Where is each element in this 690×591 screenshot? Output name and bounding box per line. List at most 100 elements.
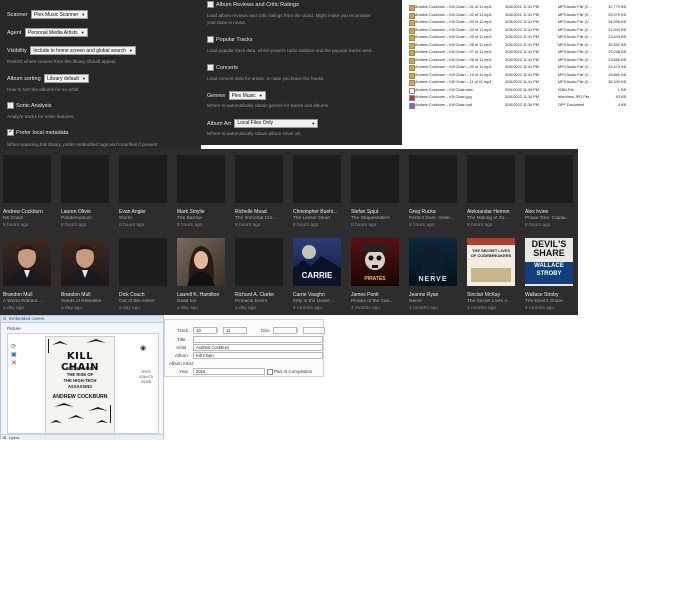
file-size: 21,543 KB bbox=[608, 27, 626, 32]
album-artist-name[interactable]: Richard A. Clarke bbox=[235, 292, 293, 298]
file-row[interactable]: Andrew Cockburn – Kill Chain – 09 of 11.… bbox=[404, 65, 690, 71]
disc-total-input[interactable] bbox=[303, 327, 325, 334]
album-title[interactable]: The Barrow bbox=[177, 216, 235, 221]
cover-subtitle-1: DRONES AND bbox=[66, 366, 94, 371]
concerts-label: Concerts bbox=[216, 64, 239, 71]
album-title[interactable]: Kill Chain bbox=[3, 216, 61, 221]
expand-icon[interactable]: ⊞ bbox=[3, 435, 6, 440]
artist-label: Artist bbox=[176, 345, 187, 350]
file-row[interactable]: Andrew Cockburn – Kill Chain – 02 of 11.… bbox=[404, 12, 690, 19]
remove-picture-icon[interactable]: ✕ bbox=[11, 359, 17, 367]
prefer-meta-checkbox[interactable] bbox=[7, 128, 14, 136]
file-row[interactable]: Andrew Cockburn – Kill Chain – 01 of 11.… bbox=[404, 5, 690, 11]
file-row[interactable]: Andrew Cockburn – Kill Chain – 05 of 11.… bbox=[404, 35, 690, 41]
img-size: 315x475 bbox=[139, 375, 153, 379]
album-artist-name[interactable]: Evan Angler bbox=[119, 209, 177, 215]
file-type: OPF Document bbox=[558, 102, 585, 107]
album-title[interactable]: Phase One: Captai… bbox=[525, 216, 583, 221]
album-title[interactable]: Storm bbox=[119, 216, 177, 221]
album-artist-name[interactable]: Mark Smylie bbox=[177, 209, 235, 215]
scanner-select[interactable]: Plex Music Scanner ▼ bbox=[31, 10, 89, 19]
album-title[interactable]: Seeds of Rebellion bbox=[61, 299, 119, 304]
file-row[interactable]: Andrew Cockburn – Kill Chain – 04 of 11.… bbox=[404, 27, 690, 34]
albumart-select[interactable]: Local Files Only ▼ bbox=[234, 119, 319, 128]
album-input[interactable]: Kill Chain bbox=[193, 352, 323, 359]
album-artist-name[interactable]: Laurell K. Hamilton bbox=[177, 292, 235, 298]
album-sorting-select[interactable]: Library default ▼ bbox=[44, 74, 89, 83]
album-artist-name[interactable]: Wallace Stroby bbox=[525, 292, 583, 298]
add-picture-icon[interactable]: ⟳ bbox=[11, 343, 16, 350]
added-time: a day ago bbox=[119, 306, 141, 311]
compilation-checkbox[interactable] bbox=[267, 369, 273, 375]
album-title[interactable]: Nerve bbox=[409, 299, 467, 304]
file-row[interactable]: Andrew Cockburn – Kill Chain – 11 of 11.… bbox=[404, 80, 690, 86]
placeholder-art bbox=[3, 155, 51, 203]
file-type: MP3 Audio File (V… bbox=[558, 5, 593, 9]
file-type: MP3 Audio File (V… bbox=[558, 42, 593, 47]
album-title[interactable]: The Secret Lives o… bbox=[467, 299, 525, 304]
cover-title-text: NERVE bbox=[418, 276, 448, 283]
album-artist-name[interactable]: Jeanne Ryan bbox=[409, 292, 467, 298]
album-artist-name[interactable]: Andrew Cockburn bbox=[3, 209, 61, 215]
album-title[interactable]: Pinnacle Event bbox=[235, 299, 293, 304]
cover-author: ANDREW COCKBURN bbox=[52, 394, 108, 400]
album-artist-name[interactable]: Christopher Buehl… bbox=[293, 209, 351, 215]
popular-checkbox[interactable] bbox=[207, 36, 214, 43]
file-row[interactable]: Andrew Cockburn – Kill Chain – 07 of 11.… bbox=[404, 50, 690, 56]
disc-input[interactable] bbox=[273, 327, 297, 334]
year-input[interactable]: 2015 bbox=[193, 368, 265, 375]
album-artist-name[interactable]: Sinclair McKay bbox=[467, 292, 525, 298]
file-type: MP3 Audio File (V… bbox=[558, 20, 593, 24]
eye-icon[interactable]: ◉ bbox=[140, 344, 146, 352]
album-artist-name[interactable]: Carrie Vaughn bbox=[293, 292, 351, 298]
album-artist-name[interactable]: Stefan Spjut bbox=[351, 209, 409, 215]
album-artist-name[interactable]: Brandon Mull bbox=[61, 292, 119, 298]
album-artist-name[interactable]: Dick Couch bbox=[119, 292, 177, 298]
reviews-checkbox[interactable] bbox=[207, 1, 214, 8]
album-artist-name[interactable]: Greg Rucka bbox=[409, 209, 467, 215]
file-size: 24,596 KB bbox=[608, 20, 626, 24]
album-artist-name[interactable]: Brandon Mull bbox=[3, 292, 61, 298]
concerts-checkbox[interactable] bbox=[207, 64, 214, 71]
save-picture-icon[interactable]: ▣ bbox=[11, 351, 17, 358]
collapse-icon[interactable]: ⊟ bbox=[3, 316, 6, 321]
file-date: 3/26/2022 11:41 PM bbox=[505, 20, 539, 24]
album-artist-name[interactable]: Aleksandar Hemon bbox=[467, 209, 525, 215]
album-artist-name[interactable]: Richelle Mead bbox=[235, 209, 293, 215]
album-title[interactable]: Pandemonium bbox=[61, 216, 119, 221]
album-title[interactable]: Pirates of the Cari… bbox=[351, 299, 409, 304]
agent-select[interactable]: Personal Media Artists ▼ bbox=[24, 28, 88, 37]
album-title[interactable]: Dead Ice bbox=[177, 299, 235, 304]
file-row[interactable]: Andrew Cockburn – Kill Chain – 10 of 11.… bbox=[404, 72, 690, 79]
visibility-select[interactable]: Include in home screen and global search… bbox=[30, 46, 136, 55]
album-title[interactable]: Kitty in the Under… bbox=[293, 299, 351, 304]
file-row[interactable]: Andrew Cockburn – Kill Chain.jpg 3/26/202… bbox=[404, 95, 690, 101]
file-row[interactable]: Andrew Cockburn – Kill Chain.opf 3/26/202… bbox=[404, 102, 690, 109]
file-row[interactable]: Andrew Cockburn – Kill Chain.isbn 3/26/20… bbox=[404, 87, 690, 94]
album-title[interactable]: The Immortal Cro… bbox=[235, 216, 293, 221]
lyrics-section-header[interactable]: ⊞ Lyrics bbox=[1, 434, 163, 440]
genres-select[interactable]: Plex Music ▼ bbox=[228, 91, 266, 100]
tag-editor-panel: ⊟ Embedded covers Picture ⟳ ▣ ✕ KILL CHA… bbox=[0, 315, 164, 440]
album-title[interactable]: The Lesser Dead bbox=[293, 216, 351, 221]
title-input[interactable] bbox=[193, 336, 323, 343]
sonic-checkbox[interactable] bbox=[7, 102, 14, 109]
album-title[interactable]: The Devil's Share bbox=[525, 299, 583, 304]
file-row[interactable]: Andrew Cockburn – Kill Chain – 06 of 11.… bbox=[404, 42, 690, 49]
album-title[interactable]: A World Without … bbox=[3, 299, 61, 304]
file-type: MP3 Audio File (V… bbox=[558, 12, 593, 17]
artist-input[interactable]: Andrew Cockburn bbox=[193, 344, 323, 351]
embedded-covers-header[interactable]: ⊟ Embedded covers bbox=[1, 316, 163, 323]
album-title[interactable]: Perfect Dark: Initial… bbox=[409, 216, 467, 221]
album-title[interactable]: The Making of Zo… bbox=[467, 216, 525, 221]
file-row[interactable]: Andrew Cockburn – Kill Chain – 03 of 11.… bbox=[404, 20, 690, 26]
file-row[interactable]: Andrew Cockburn – Kill Chain – 08 of 11.… bbox=[404, 57, 690, 64]
track-input[interactable]: 10 bbox=[193, 327, 217, 334]
album-title[interactable]: The Shapeshifters bbox=[351, 216, 409, 221]
album-artist-name[interactable]: James Ponti bbox=[351, 292, 409, 298]
album-artist-name[interactable]: Lauren Oliver bbox=[61, 209, 119, 215]
track-total-input[interactable]: 11 bbox=[223, 327, 247, 334]
album-title[interactable]: Out of the Ashes bbox=[119, 299, 177, 304]
album-artist-name[interactable]: Alex Irvine bbox=[525, 209, 583, 215]
concerts-help: Load concert data for artists, in case y… bbox=[207, 76, 325, 81]
